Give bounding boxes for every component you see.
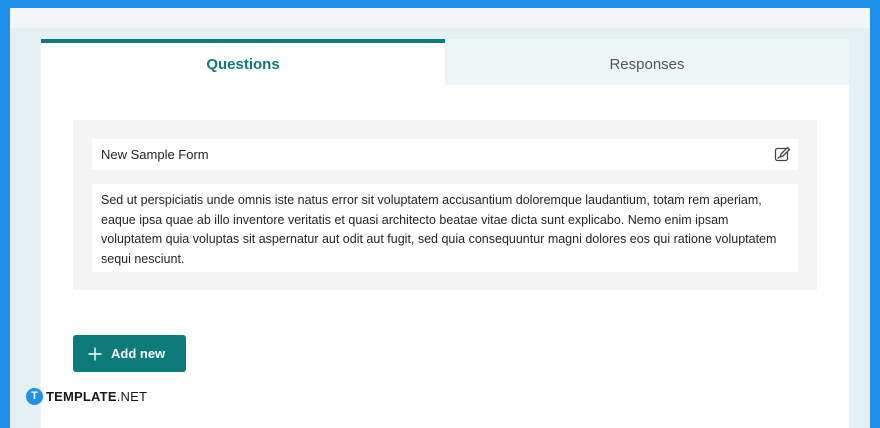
add-new-button[interactable]: Add new: [73, 335, 186, 372]
edit-theme-icon[interactable]: [774, 146, 791, 163]
tab-responses[interactable]: Responses: [445, 39, 849, 85]
form-description: Sed ut perspiciatis unde omnis iste natu…: [101, 193, 777, 266]
logo-suffix: .NET: [116, 388, 148, 404]
logo-wordmark: TEMPLATE.NET: [46, 389, 147, 404]
form-header-panel: New Sample Form Sed ut perspiciatis unde…: [73, 120, 817, 290]
tab-questions-label: Questions: [206, 55, 280, 73]
form-title: New Sample Form: [101, 147, 209, 162]
top-strip: [10, 8, 870, 28]
form-title-field[interactable]: New Sample Form: [92, 139, 798, 170]
plus-icon: [88, 347, 102, 360]
tab-bar: Questions Responses: [41, 39, 849, 85]
tab-responses-label: Responses: [609, 55, 685, 73]
app-frame: Questions Responses New Sample Form Sed …: [10, 8, 870, 428]
form-card: Questions Responses New Sample Form Sed …: [41, 39, 849, 428]
form-description-field[interactable]: Sed ut perspiciatis unde omnis iste natu…: [92, 184, 798, 272]
tab-questions[interactable]: Questions: [41, 39, 445, 85]
logo-mark-icon: T: [26, 387, 43, 405]
logo-brand: TEMPLATE: [46, 388, 117, 404]
template-net-logo: T TEMPLATE.NET: [26, 386, 147, 406]
add-new-label: Add new: [111, 346, 166, 361]
